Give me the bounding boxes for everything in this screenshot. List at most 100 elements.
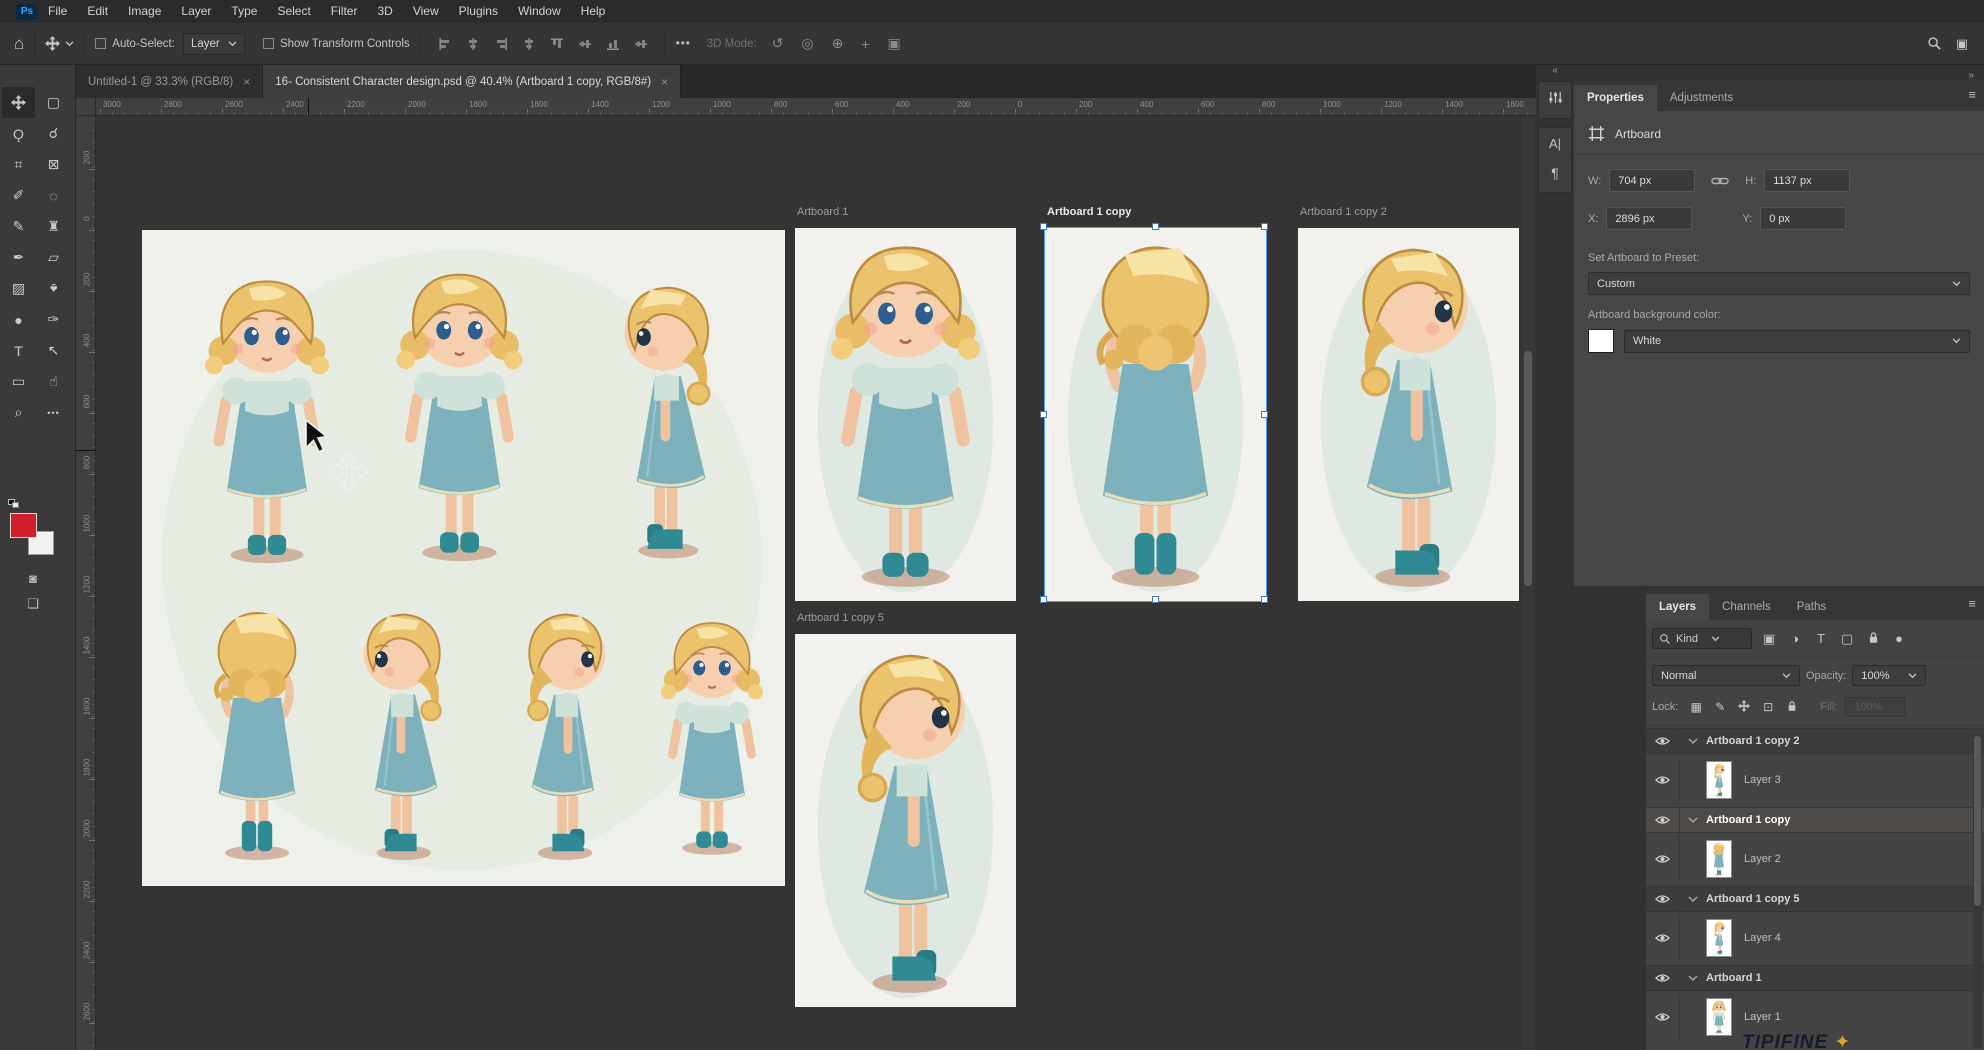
layers-scrollbar[interactable] [1973,734,1982,1048]
blur-tool-icon[interactable]: ♠ [37,273,70,304]
artboard-1-copy[interactable] [1045,228,1266,601]
auto-select-checkbox[interactable] [95,38,106,49]
panel-menu-icon[interactable]: ≡ [1968,596,1976,611]
clone-stamp-tool-icon[interactable]: ♜ [37,211,70,242]
width-input[interactable]: 704 px [1609,169,1695,192]
workspace-icon[interactable]: ▣ [1956,36,1968,52]
artboard-1-copy-5-label[interactable]: Artboard 1 copy 5 [797,612,884,624]
align-bottom-icon[interactable] [606,37,620,51]
chevron-down-icon[interactable] [65,41,74,47]
locked-layer-filter-icon[interactable] [1860,631,1886,647]
more-tools-tool-icon[interactable]: ••• [37,397,70,428]
menu-view[interactable]: View [403,0,449,23]
distribute-v-icon[interactable] [634,37,648,51]
zoom-tool-icon[interactable]: ⌕ [2,397,35,428]
align-top-icon[interactable] [550,37,564,51]
artboard-1[interactable] [795,228,1016,601]
healing-tool-icon[interactable]: ◌ [37,180,70,211]
layer-thumbnail[interactable] [1706,919,1732,957]
panel-menu-icon[interactable]: ≡ [1968,87,1976,102]
marquee-tool-icon[interactable]: ▢ [37,87,70,118]
menu-filter[interactable]: Filter [321,0,368,23]
lock-all-icon[interactable] [1780,700,1804,715]
collapse-dock-icon[interactable]: « [1536,65,1574,79]
selection-handle[interactable] [1040,596,1047,603]
layer-thumbnail[interactable] [1706,761,1732,799]
artboard-bg-color-swatch[interactable] [1588,329,1614,353]
visibility-toggle[interactable] [1646,836,1680,882]
link-dimensions-icon[interactable] [1711,175,1729,187]
move-tool-icon[interactable] [45,36,60,51]
home-icon[interactable]: ⌂ [14,34,24,54]
menu-type[interactable]: Type [221,0,267,23]
layer-group-row-artboard-1-copy-5[interactable]: Artboard 1 copy 5 [1646,886,1984,912]
blend-mode-dropdown[interactable]: Normal [1652,665,1800,686]
expand-chevron-icon[interactable] [1688,975,1698,982]
align-center-h-icon[interactable] [466,37,480,51]
lock-transparency-icon[interactable]: ▦ [1684,700,1708,714]
brush-tool-icon[interactable]: ✎ [2,211,35,242]
canvas-scrollbar[interactable] [1522,116,1534,1050]
search-icon[interactable] [1927,36,1942,51]
expand-chevron-icon[interactable] [1688,817,1698,824]
distribute-h-icon[interactable] [522,37,536,51]
reference-image-layer[interactable] [142,230,785,886]
menu-image[interactable]: Image [118,0,171,23]
layer-row-layer-3[interactable]: Layer 3 [1646,757,1984,803]
horizontal-ruler[interactable]: 3000280026002400220020001800160014001200… [96,98,1536,116]
menu-window[interactable]: Window [508,0,571,23]
expand-chevron-icon[interactable] [1688,738,1698,745]
visibility-toggle[interactable] [1646,994,1680,1040]
shape-layer-filter-icon[interactable]: ▢ [1834,631,1860,647]
screen-mode-icon[interactable]: ❏ [20,593,46,615]
selection-handle[interactable] [1261,411,1268,418]
gradient-tool-icon[interactable]: ▨ [2,273,35,304]
align-right-icon[interactable] [494,37,508,51]
tab-properties[interactable]: Properties [1574,85,1657,111]
visibility-toggle[interactable] [1646,729,1680,753]
brush-settings-panel-button[interactable] [1538,81,1572,119]
artboard-1-copy-2[interactable] [1298,228,1519,601]
paragraph-panel-icon[interactable]: ¶ [1539,158,1571,188]
pen-tool-icon[interactable]: ✑ [37,304,70,335]
pixel-layer-filter-icon[interactable]: ▣ [1756,631,1782,647]
align-left-icon[interactable] [438,37,452,51]
eyedropper-tool-icon[interactable]: ✐ [2,180,35,211]
character-panel-icon[interactable]: A| [1539,128,1571,158]
rectangle-tool-icon[interactable]: ▭ [2,366,35,397]
close-icon[interactable]: × [243,75,250,89]
layer-group-row-artboard-1-copy-2[interactable]: Artboard 1 copy 2 [1646,728,1984,754]
x-input[interactable]: 2896 px [1606,207,1692,230]
visibility-toggle[interactable] [1646,887,1680,911]
canvas-scrollbar-thumb[interactable] [1524,351,1532,586]
expand-chevron-icon[interactable] [1688,896,1698,903]
layer-row-layer-4[interactable]: Layer 4 [1646,915,1984,961]
artboard-1-copy-5[interactable] [795,634,1016,1007]
layer-filter-dropdown[interactable]: Kind [1652,628,1752,649]
type-tool-icon[interactable]: T [2,335,35,366]
tab-adjustments[interactable]: Adjustments [1657,85,1746,111]
layer-group-row-artboard-1-copy[interactable]: Artboard 1 copy [1646,807,1984,833]
frame-tool-icon[interactable]: ⊠ [37,149,70,180]
selection-handle[interactable] [1152,223,1159,230]
selection-handle[interactable] [1152,596,1159,603]
auto-select-target-dropdown[interactable]: Layer [183,33,245,55]
show-transform-checkbox[interactable] [263,38,274,49]
menu-plugins[interactable]: Plugins [449,0,508,23]
layer-group-row-artboard-1[interactable]: Artboard 1 [1646,965,1984,991]
y-input[interactable]: 0 px [1760,207,1846,230]
menu-file[interactable]: File [38,0,77,23]
vertical-ruler[interactable]: 2000200400600800100012001400160018002000… [76,116,96,1050]
visibility-toggle[interactable] [1646,757,1680,803]
canvas-area[interactable]: Artboard 1 Artboard 1 copy Artboard 1 co… [96,116,1536,1050]
hand-tool-icon[interactable]: ☝ [37,366,70,397]
quick-select-tool-icon[interactable]: ☌ [37,118,70,149]
lock-position-icon[interactable] [1732,700,1756,715]
default-colors-icon[interactable] [8,499,21,510]
layer-thumbnail[interactable] [1706,998,1732,1036]
opacity-dropdown[interactable]: 100% [1852,665,1926,686]
tab-paths[interactable]: Paths [1784,594,1839,620]
align-middle-icon[interactable] [578,37,592,51]
tab-untitled-1[interactable]: Untitled-1 @ 33.3% (RGB/8) × [76,65,263,98]
visibility-toggle[interactable] [1646,966,1680,990]
